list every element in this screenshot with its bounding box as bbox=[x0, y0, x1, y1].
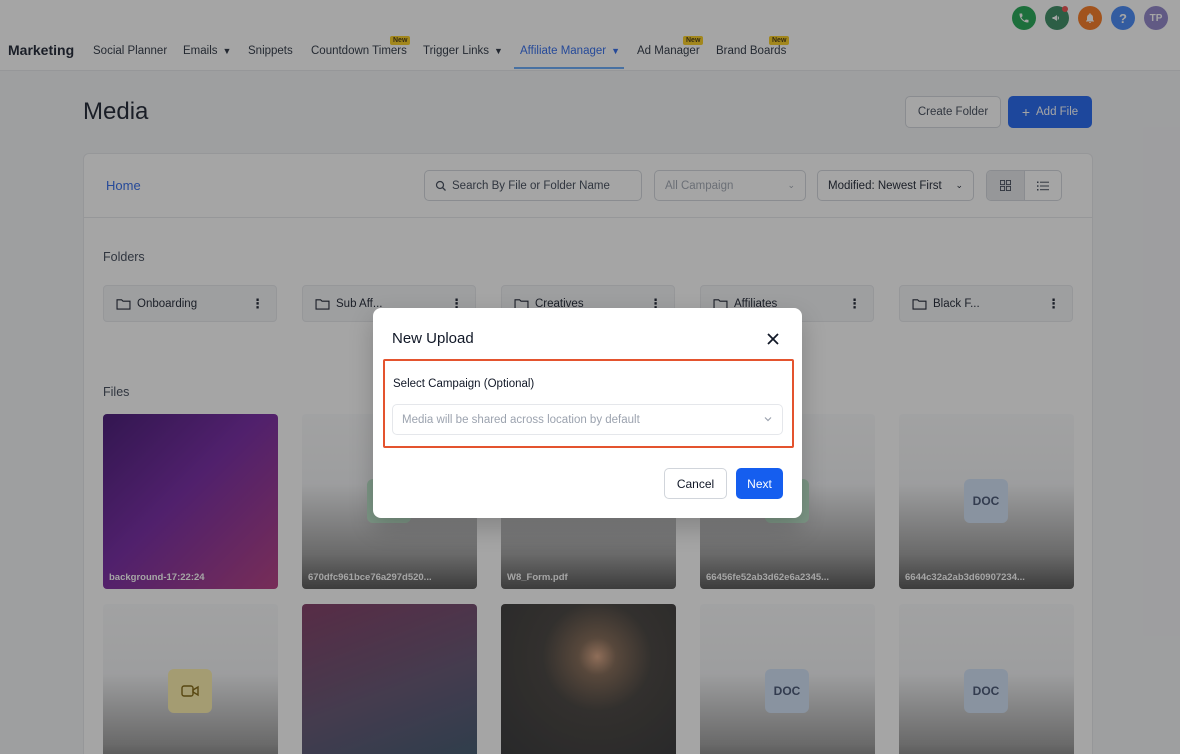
cancel-button[interactable]: Cancel bbox=[664, 468, 727, 499]
modal-title: New Upload bbox=[392, 330, 474, 347]
campaign-select[interactable]: Media will be shared across location by … bbox=[392, 404, 783, 435]
campaign-select-placeholder: Media will be shared across location by … bbox=[402, 413, 640, 426]
next-button[interactable]: Next bbox=[736, 468, 783, 499]
chevron-down-icon bbox=[764, 417, 772, 422]
new-upload-modal: New Upload Select Campaign (Optional) Me… bbox=[373, 308, 802, 518]
campaign-label: Select Campaign (Optional) bbox=[393, 378, 535, 390]
close-icon[interactable] bbox=[766, 332, 780, 346]
